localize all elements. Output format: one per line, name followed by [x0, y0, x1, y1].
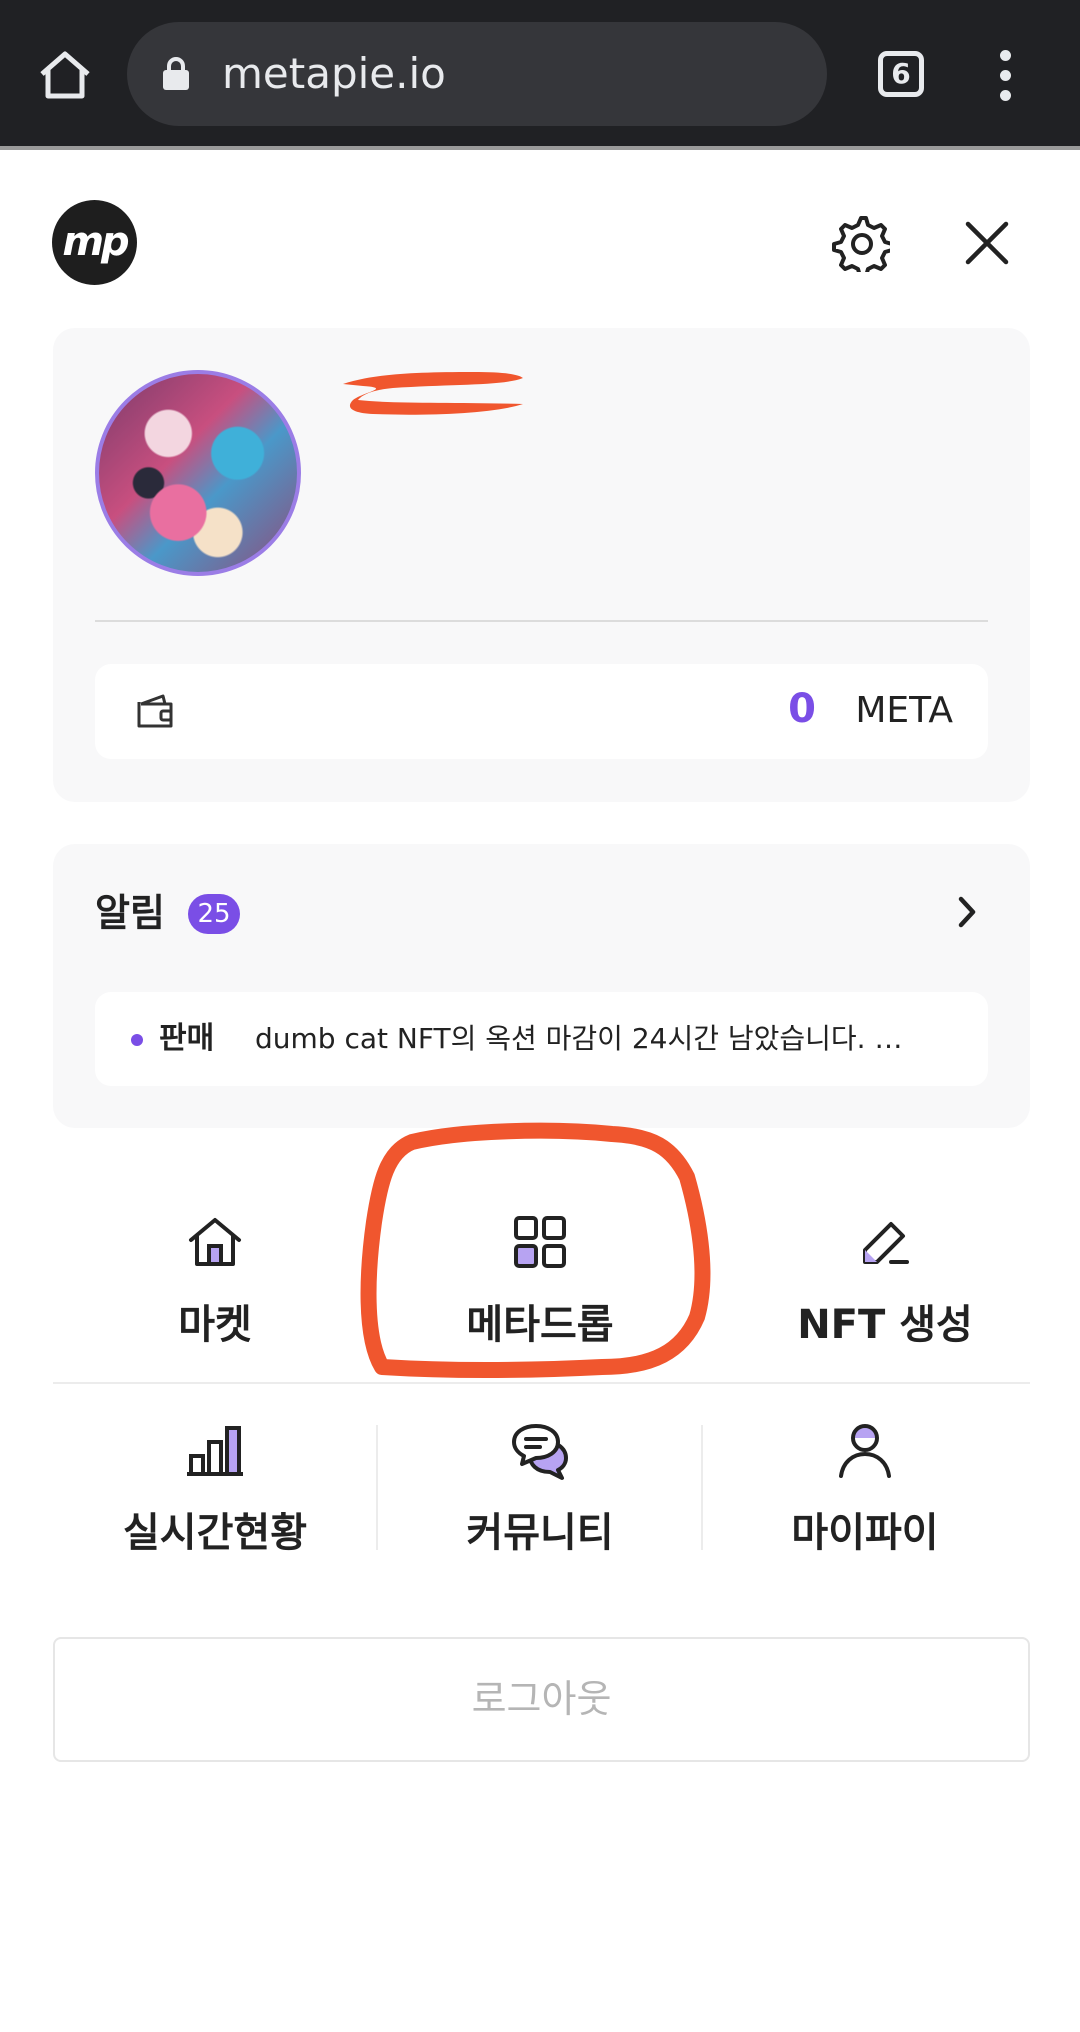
menu-realtime-status[interactable]: 실시간현황: [95, 1418, 335, 1558]
avatar[interactable]: [95, 370, 301, 576]
menu-nft-create[interactable]: NFT 생성: [760, 1210, 1010, 1350]
home-icon: [189, 1218, 241, 1266]
menu-label: 마켓: [178, 1302, 252, 1348]
browser-menu-icon[interactable]: [995, 50, 1015, 102]
toolbar-shadow: [0, 146, 1080, 150]
bar-chart-icon: [187, 1426, 243, 1476]
wallet-icon: [137, 694, 173, 728]
notification-count-badge: 25: [188, 894, 240, 934]
menu-mypie[interactable]: 마이파이: [760, 1418, 970, 1558]
pencil-icon: [863, 1222, 909, 1264]
divider: [95, 620, 988, 622]
notifications-title: 알림: [95, 891, 165, 935]
notifications-card[interactable]: 알림 25 판매 dumb cat NFT의 옥션 마감이 24시간 남았습니다…: [53, 844, 1030, 1128]
divider: [701, 1425, 703, 1550]
chat-icon: [512, 1424, 568, 1480]
metapie-logo[interactable]: mp: [52, 200, 137, 285]
redacted-username: [343, 372, 523, 415]
browser-toolbar: metapie.io 6: [0, 0, 1080, 149]
divider: [376, 1425, 378, 1550]
divider: [53, 1382, 1030, 1384]
menu-community[interactable]: 커뮤니티: [430, 1418, 650, 1558]
gear-icon[interactable]: [832, 214, 890, 272]
user-icon: [839, 1424, 891, 1478]
tab-switcher-button[interactable]: 6: [878, 51, 924, 97]
lock-icon: [163, 57, 189, 90]
notification-item[interactable]: 판매 dumb cat NFT의 옥션 마감이 24시간 남았습니다. …: [95, 992, 988, 1086]
annotation-circle: [360, 1122, 711, 1379]
unread-dot: [131, 1034, 143, 1046]
address-bar[interactable]: metapie.io: [127, 22, 827, 126]
home-icon[interactable]: [36, 50, 94, 100]
logout-button[interactable]: 로그아웃: [53, 1637, 1030, 1762]
notification-category: 판매: [159, 1021, 215, 1056]
menu-label: 커뮤니티: [466, 1510, 614, 1556]
chevron-right-icon[interactable]: [953, 894, 981, 930]
url-text: metapie.io: [222, 49, 446, 98]
menu-label: 마이파이: [791, 1510, 939, 1556]
notification-message: dumb cat NFT의 옥션 마감이 24시간 남았습니다. …: [255, 1022, 903, 1055]
menu-label: NFT 생성: [797, 1302, 973, 1348]
currency-label: META: [855, 690, 953, 731]
close-icon[interactable]: [962, 218, 1012, 268]
menu-market[interactable]: 마켓: [115, 1210, 315, 1350]
profile-card: 0 META: [53, 328, 1030, 802]
menu-label: 실시간현황: [123, 1510, 307, 1556]
balance-value: 0: [788, 686, 816, 732]
wallet-balance-row[interactable]: 0 META: [95, 664, 988, 759]
